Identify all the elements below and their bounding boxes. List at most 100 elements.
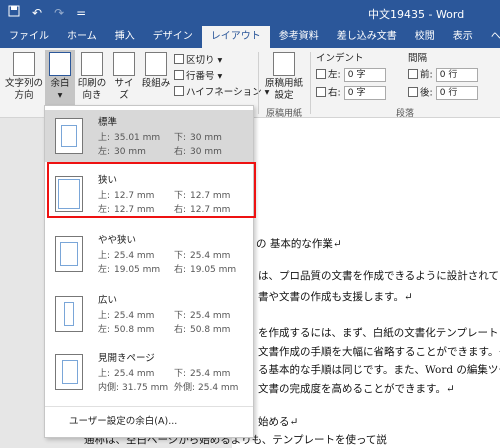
margin-row-inside-outside: 内側: 31.75 mm 外側: 25.4 mm [98, 380, 238, 393]
margin-row-left-right: 左: 19.05 mm 右: 19.05 mm [98, 262, 236, 275]
label-top: 上: [98, 369, 111, 379]
tab-review[interactable]: 校閲 [406, 26, 444, 48]
line-numbers-icon [174, 70, 184, 80]
margin-row-left-right: 左: 30 mm 右: 30 mm [98, 144, 222, 157]
margins-icon [49, 52, 71, 76]
text-direction-button[interactable]: 文字列の 方向 [4, 52, 44, 102]
undo-icon[interactable]: ↶ [32, 6, 42, 20]
doc-line: 文書作成の手順を大幅に省略することができます。そ [258, 346, 500, 358]
indent-right-field[interactable]: 0 字 [343, 86, 386, 100]
value-top: 35.01 mm [114, 133, 161, 143]
value-outside: 25.4 mm [198, 383, 239, 393]
margin-option-name: 標準 [98, 117, 118, 128]
doc-line: 始める↵ [258, 416, 299, 428]
margin-option-name: 見開きページ [98, 353, 155, 364]
space-before-field[interactable]: 0 行 [435, 68, 478, 82]
size-label: サイズ [114, 78, 134, 101]
size-icon [113, 52, 135, 76]
group-divider [258, 52, 259, 114]
margins-button[interactable]: 余白 ▾ [45, 50, 75, 108]
columns-icon [145, 52, 167, 76]
label-outside: 外側: [174, 383, 196, 393]
margin-preview-icon [55, 118, 83, 154]
margin-row-top-bottom: 上: 35.01 mm 下: 30 mm [98, 130, 222, 143]
indent-left-row: 左: 0 字 [316, 68, 386, 82]
ribbon-tabs: ファイル ホーム 挿入 デザイン レイアウト 参考資料 差し込み文書 校閲 表示… [0, 26, 500, 48]
redo-icon[interactable]: ↷ [54, 6, 64, 20]
columns-label: 段組み [141, 78, 171, 89]
label-bottom: 下: [174, 133, 187, 143]
line-numbers-button[interactable]: 行番号 ▾ [174, 70, 222, 83]
margin-preview-icon [55, 296, 83, 332]
text-direction-label: 文字列の 方向 [4, 78, 43, 101]
tab-help[interactable]: ヘルプ [482, 26, 500, 48]
label-right: 右: [174, 265, 187, 275]
space-after-field[interactable]: 0 行 [435, 86, 478, 100]
doc-line: の 基本的な作業↵ [256, 238, 342, 250]
tab-mailings[interactable]: 差し込み文書 [328, 26, 406, 48]
margin-row-top-bottom: 上: 25.4 mm 下: 25.4 mm [98, 366, 230, 379]
margin-option-wide[interactable]: 広い 上: 25.4 mm 下: 25.4 mm 左: 50.8 mm 右: 50.8 mm [45, 288, 253, 340]
save-icon[interactable] [8, 5, 20, 20]
genko-icon [273, 52, 295, 76]
value-top: 25.4 mm [114, 369, 155, 379]
tab-file[interactable]: ファイル [0, 26, 58, 48]
breaks-icon [174, 54, 184, 64]
margin-row-top-bottom: 上: 25.4 mm 下: 25.4 mm [98, 248, 230, 261]
value-bottom: 25.4 mm [190, 311, 231, 321]
orientation-button[interactable]: 印刷の 向き [77, 52, 107, 102]
value-right: 30 mm [190, 147, 222, 157]
value-bottom: 25.4 mm [190, 251, 231, 261]
spacing-heading: 間隔 [408, 53, 428, 64]
doc-line: る基本的な手順は同じです。また、Word の編集ツー [258, 364, 500, 376]
space-after-icon [408, 86, 418, 97]
size-button[interactable]: サイズ [110, 52, 138, 102]
margin-option-mirrored[interactable]: 見開きページ 上: 25.4 mm 下: 25.4 mm 内側: 31.75 mm 外側:… [45, 346, 253, 398]
indent-left-field[interactable]: 0 字 [343, 68, 386, 82]
label-top: 上: [98, 251, 111, 261]
orientation-label: 印刷の 向き [77, 78, 107, 101]
tab-references[interactable]: 参考資料 [270, 26, 328, 48]
indent-heading: インデント [316, 53, 364, 64]
label-left: 左: [98, 265, 111, 275]
value-top: 25.4 mm [114, 251, 155, 261]
margin-preview-icon [55, 354, 83, 390]
tab-insert[interactable]: 挿入 [106, 26, 144, 48]
space-after-label: 後: [420, 87, 433, 99]
margin-option-name: 広い [98, 295, 118, 306]
tab-design[interactable]: デザイン [144, 26, 202, 48]
indent-right-row: 右: 0 字 [316, 86, 386, 100]
margin-row-top-bottom: 上: 25.4 mm 下: 25.4 mm [98, 308, 230, 321]
value-bottom: 25.4 mm [190, 369, 231, 379]
hyphenation-button[interactable]: ハイフネーション ▾ [174, 86, 269, 99]
tab-home[interactable]: ホーム [58, 26, 106, 48]
custom-margins-menu-item[interactable]: ユーザー設定の余白(A)... [45, 406, 253, 428]
indent-right-label: 右: [328, 87, 341, 99]
hyphenation-label: ハイフネーション [186, 87, 262, 98]
group-divider [310, 52, 311, 114]
customize-qat-icon[interactable]: = [76, 6, 86, 20]
margin-option-normal[interactable]: 標準 上: 35.01 mm 下: 30 mm 左: 30 mm 右: 30 mm [45, 110, 253, 162]
document-page[interactable] [232, 118, 500, 448]
label-right: 右: [174, 147, 187, 157]
breaks-button[interactable]: 区切り ▾ [174, 54, 222, 67]
tab-layout[interactable]: レイアウト [201, 26, 270, 48]
orientation-icon [81, 52, 103, 76]
highlight-box-narrow [47, 162, 256, 218]
value-inside: 31.75 mm [122, 383, 169, 393]
columns-button[interactable]: 段組み [140, 52, 172, 90]
value-left: 50.8 mm [114, 325, 155, 335]
document-title: 中文19435 - Word [368, 8, 465, 21]
indent-left-label: 左: [328, 69, 341, 81]
genko-label: 原稿用紙 設定 [264, 78, 303, 101]
genko-settings-button[interactable]: 原稿用紙 設定 [262, 52, 306, 102]
label-bottom: 下: [174, 369, 187, 379]
margin-option-moderate[interactable]: やや狭い 上: 25.4 mm 下: 25.4 mm 左: 19.05 mm 右: 19.0… [45, 228, 253, 280]
space-before-row: 前: 0 行 [408, 68, 478, 82]
label-left: 左: [98, 325, 111, 335]
doc-line: 文書の完成度を高めることができます。↵ [258, 383, 455, 395]
tab-view[interactable]: 表示 [444, 26, 482, 48]
margin-preview-icon [55, 236, 83, 272]
value-right: 19.05 mm [190, 265, 237, 275]
doc-line: 書や文書の作成も支援します。↵ [258, 291, 413, 303]
